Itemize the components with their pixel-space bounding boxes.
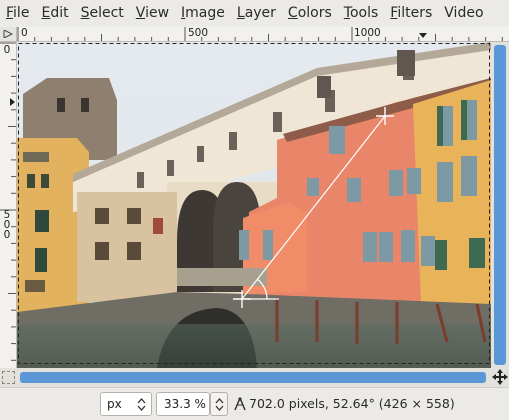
ruler-label-vertical: 500	[3, 209, 11, 241]
unit-select[interactable]: px	[100, 392, 152, 416]
menu-filters[interactable]: Filters	[384, 5, 438, 21]
horizontal-ruler[interactable]: 0 500 1000	[17, 27, 509, 42]
unit-value: px	[107, 397, 122, 411]
triangle-right-icon	[3, 30, 13, 38]
menu-accelerator: F	[6, 5, 14, 21]
vertical-ruler[interactable]: 0 500	[0, 42, 17, 368]
horizontal-ruler-ticks	[17, 27, 503, 41]
menu-label: ilters	[397, 5, 433, 21]
spin-arrows-icon	[215, 398, 224, 411]
spin-arrows-icon	[137, 398, 146, 411]
zoom-value: 33.3 %	[164, 397, 206, 411]
menu-video[interactable]: Video	[438, 5, 489, 21]
menubar: File Edit Select View Image Layer Colors Tools F…	[0, 0, 509, 26]
statusbar: px 33.3 % 702.0 pixels, 52.64° (426 × 55…	[0, 387, 509, 420]
menu-accelerator: V	[135, 5, 146, 21]
pointer-marker-icon	[10, 98, 15, 106]
vertical-scrollbar[interactable]	[491, 42, 509, 368]
menu-label: dit	[50, 5, 69, 21]
menu-tools[interactable]: Tools	[338, 5, 385, 21]
ruler-label: 0	[21, 27, 28, 39]
menu-label: ools	[349, 5, 379, 21]
ruler-label: 0	[3, 44, 11, 56]
menu-label: iew	[145, 5, 170, 21]
pointer-marker-icon	[419, 33, 427, 38]
menu-file[interactable]: File	[0, 5, 35, 21]
horizontal-scrollbar-thumb[interactable]	[20, 372, 486, 383]
navigate-icon[interactable]	[492, 369, 508, 385]
quick-mask-toggle-icon[interactable]	[2, 371, 15, 384]
vertical-scrollbar-thumb[interactable]	[494, 45, 506, 365]
menu-layer[interactable]: Layer	[231, 5, 282, 21]
compass-measure-icon	[234, 397, 246, 411]
menu-label: ile	[13, 5, 30, 21]
menu-colors[interactable]: Colors	[282, 5, 338, 21]
menu-accelerator: C	[287, 5, 298, 21]
zoom-dropdown-button[interactable]	[210, 392, 228, 416]
menu-label: olors	[297, 5, 332, 21]
ruler-label: 500	[188, 27, 209, 39]
menu-edit[interactable]: Edit	[35, 5, 74, 21]
menu-accelerator: E	[41, 5, 51, 21]
menu-accelerator: L	[236, 5, 245, 21]
ruler-label: 1000	[354, 27, 381, 39]
ruler-corner-menu[interactable]	[0, 27, 17, 42]
menu-label: ayer	[244, 5, 276, 21]
menu-select[interactable]: Select	[75, 5, 130, 21]
menu-label: Video	[444, 5, 484, 21]
vertical-ruler-ticks	[0, 42, 16, 361]
menu-label: mage	[185, 5, 225, 21]
menu-image[interactable]: Image	[175, 5, 231, 21]
image-canvas[interactable]	[17, 42, 491, 368]
horizontal-scroll-row	[0, 368, 509, 387]
zoom-field[interactable]: 33.3 %	[156, 392, 210, 416]
photo-ponte-vecchio	[17, 42, 491, 368]
menu-label: elect	[89, 5, 124, 21]
measure-readout: 702.0 pixels, 52.64° (426 × 558)	[249, 396, 455, 411]
menu-view[interactable]: View	[130, 5, 175, 21]
